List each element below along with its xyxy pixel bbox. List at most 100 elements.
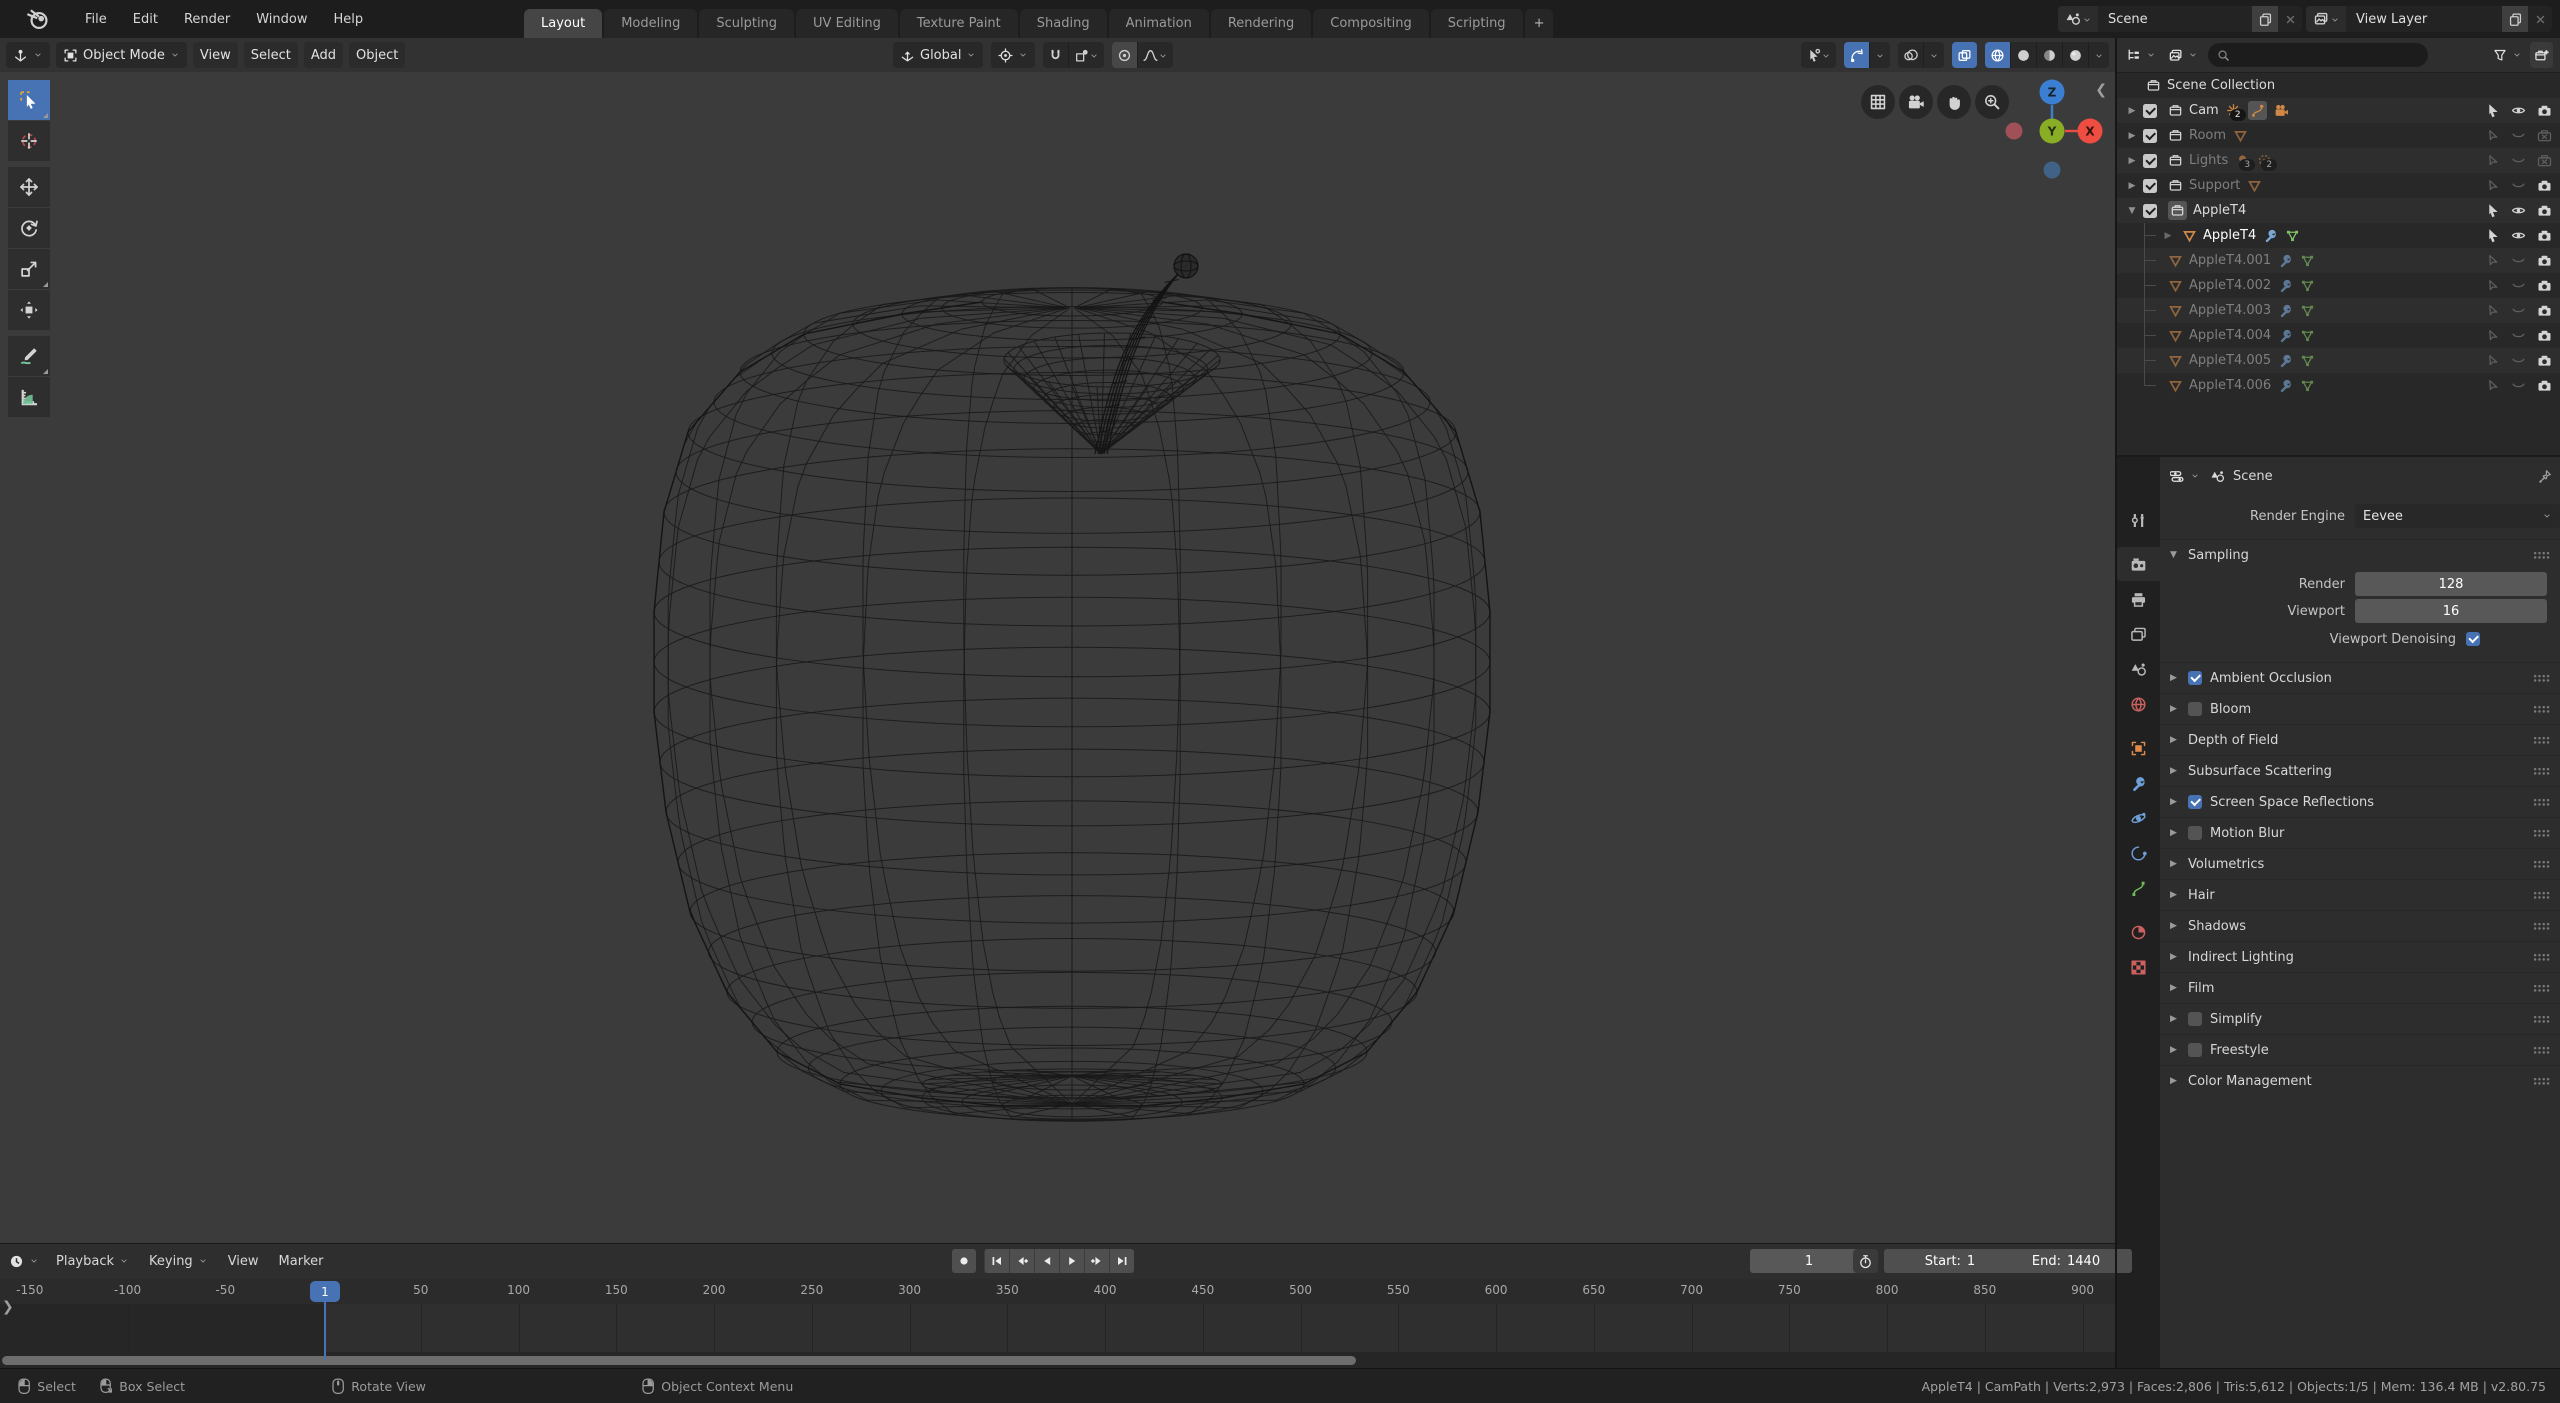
timeline-expand-arrow[interactable]: ❯ xyxy=(2,1299,14,1315)
item-label[interactable]: AppleT4.003 xyxy=(2189,303,2271,318)
select-off-icon[interactable] xyxy=(2485,253,2500,268)
panel-divider-horizontal[interactable] xyxy=(2117,455,2560,457)
mesh-data-icon[interactable] xyxy=(2300,303,2315,318)
new-collection-button[interactable] xyxy=(2530,42,2553,68)
render-engine-dropdown[interactable]: Eevee xyxy=(2355,504,2560,528)
mesh-obj-icon[interactable] xyxy=(2168,353,2183,368)
playback-nextkey-button[interactable] xyxy=(1084,1249,1109,1273)
panel-shadows[interactable]: ▶Shadows xyxy=(2160,910,2560,941)
pivot-point-dropdown[interactable] xyxy=(991,42,1035,68)
item-label[interactable]: AppleT4.001 xyxy=(2189,253,2271,268)
timeline-scrollbar-thumb[interactable] xyxy=(2,1356,1356,1365)
view-layer-copy-button[interactable] xyxy=(2502,6,2528,32)
topbar-menu-render[interactable]: Render xyxy=(171,8,243,31)
outliner-row-applet4-006[interactable]: AppleT4.006 xyxy=(2117,373,2560,398)
tool-cursor[interactable] xyxy=(8,121,50,161)
show-overlays-toggle[interactable] xyxy=(1898,42,1923,68)
mesh-obj-icon[interactable] xyxy=(2182,228,2197,243)
panel-depth-of-field[interactable]: ▶Depth of Field xyxy=(2160,724,2560,755)
eye-closed-icon[interactable] xyxy=(2511,278,2526,293)
mesh-data-icon[interactable] xyxy=(2285,228,2300,243)
wrench-icon[interactable] xyxy=(2263,228,2278,243)
scene-unlink-button[interactable] xyxy=(2278,6,2302,32)
properties-tab-material[interactable] xyxy=(2117,915,2160,949)
panel-bloom[interactable]: ▶Bloom xyxy=(2160,693,2560,724)
cam-on-icon[interactable] xyxy=(2537,353,2552,368)
properties-tab-scene[interactable] xyxy=(2117,652,2160,686)
select-off-icon[interactable] xyxy=(2485,153,2500,168)
timeline-editor-type-button[interactable] xyxy=(6,1248,42,1274)
collection-icon[interactable] xyxy=(2168,128,2183,143)
panel-ambient-occlusion[interactable]: ▶Ambient Occlusion xyxy=(2160,662,2560,693)
item-label[interactable]: AppleT4.005 xyxy=(2189,353,2271,368)
playback-prevkey-button[interactable] xyxy=(1009,1249,1034,1273)
auto-keyframe-stopwatch-button[interactable] xyxy=(1853,1249,1878,1273)
drag-dots-icon[interactable] xyxy=(2533,922,2550,930)
playhead[interactable]: 1 xyxy=(310,1281,340,1302)
viewport-denoising-checkbox[interactable] xyxy=(2466,632,2480,646)
mesh-obj-icon[interactable] xyxy=(2168,378,2183,393)
eye-closed-icon[interactable] xyxy=(2511,353,2526,368)
cam-on-icon[interactable] xyxy=(2537,303,2552,318)
panel-hair[interactable]: ▶Hair xyxy=(2160,879,2560,910)
collection-icon[interactable] xyxy=(2146,78,2161,93)
properties-tab-view-layer[interactable] xyxy=(2117,617,2160,651)
viewport-collapse-arrow[interactable]: ❮ xyxy=(2095,82,2107,98)
motion-blur-checkbox[interactable] xyxy=(2188,826,2202,840)
item-label[interactable]: AppleT4 xyxy=(2203,228,2256,243)
wrench-icon[interactable] xyxy=(2278,353,2293,368)
probe-icon[interactable]: 2 xyxy=(2257,153,2272,168)
viewport-menu-object[interactable]: Object xyxy=(349,42,405,68)
mode-dropdown[interactable]: Object Mode xyxy=(56,42,187,68)
item-label[interactable]: Cam xyxy=(2189,103,2219,118)
timeline-menu-keying[interactable]: Keying xyxy=(139,1250,218,1273)
collection-icon[interactable] xyxy=(2168,153,2183,168)
shading-material-button[interactable] xyxy=(2036,42,2062,68)
current-frame-field[interactable]: 1 xyxy=(1750,1249,1868,1273)
drag-dots-icon[interactable] xyxy=(2533,674,2550,682)
properties-tab-constraints[interactable] xyxy=(2117,836,2160,870)
item-label[interactable]: Support xyxy=(2189,178,2240,193)
shading-dropdown[interactable] xyxy=(2088,42,2109,68)
panel-freestyle[interactable]: ▶Freestyle xyxy=(2160,1034,2560,1065)
outliner-row-support[interactable]: ▶Support xyxy=(2117,173,2560,198)
drag-dots-icon[interactable] xyxy=(2533,551,2550,559)
workspace-tab-layout[interactable]: Layout xyxy=(524,9,602,38)
playback-play-button[interactable] xyxy=(1059,1249,1084,1273)
select-off-icon[interactable] xyxy=(2485,303,2500,318)
transform-orientation-dropdown[interactable]: Global xyxy=(893,42,983,68)
timeline-track[interactable] xyxy=(0,1304,2115,1352)
wrench-icon[interactable] xyxy=(2278,253,2293,268)
view-layer-remove-button[interactable] xyxy=(2528,6,2552,32)
mesh-obj-icon[interactable] xyxy=(2247,178,2262,193)
scene-copy-button[interactable] xyxy=(2252,6,2278,32)
cam-on-icon[interactable] xyxy=(2537,178,2552,193)
eye-closed-icon[interactable] xyxy=(2511,178,2526,193)
cam-offx-icon[interactable] xyxy=(2537,128,2552,143)
item-label[interactable]: AppleT4.006 xyxy=(2189,378,2271,393)
wrench-icon[interactable] xyxy=(2278,303,2293,318)
drag-dots-icon[interactable] xyxy=(2533,736,2550,744)
drag-dots-icon[interactable] xyxy=(2533,767,2550,775)
cam-on-icon[interactable] xyxy=(2537,203,2552,218)
tool-annotate[interactable] xyxy=(8,336,50,376)
collection-checkbox[interactable] xyxy=(2143,154,2157,168)
drag-dots-icon[interactable] xyxy=(2533,798,2550,806)
view-layer-selector[interactable]: View Layer xyxy=(2306,6,2552,32)
workspace-tab-sculpting[interactable]: Sculpting xyxy=(699,9,794,38)
properties-tab-world[interactable] xyxy=(2117,687,2160,721)
panel-indirect-lighting[interactable]: ▶Indirect Lighting xyxy=(2160,941,2560,972)
pin-icon[interactable] xyxy=(2537,469,2552,484)
viewport-menu-add[interactable]: Add xyxy=(304,42,343,68)
select-on-icon[interactable] xyxy=(2485,228,2500,243)
wrench-icon[interactable] xyxy=(2278,378,2293,393)
select-on-icon[interactable] xyxy=(2485,203,2500,218)
properties-tab-render[interactable] xyxy=(2117,547,2160,581)
timeline-scrollbar[interactable] xyxy=(0,1352,2115,1369)
eye-closed-icon[interactable] xyxy=(2511,253,2526,268)
snap-toggle[interactable] xyxy=(1043,42,1068,68)
properties-editor-type-button[interactable] xyxy=(2168,463,2202,489)
proportional-edit-toggle[interactable] xyxy=(1112,42,1137,68)
movie-camera-icon[interactable] xyxy=(2274,103,2289,118)
tool-select-box[interactable] xyxy=(8,80,50,120)
